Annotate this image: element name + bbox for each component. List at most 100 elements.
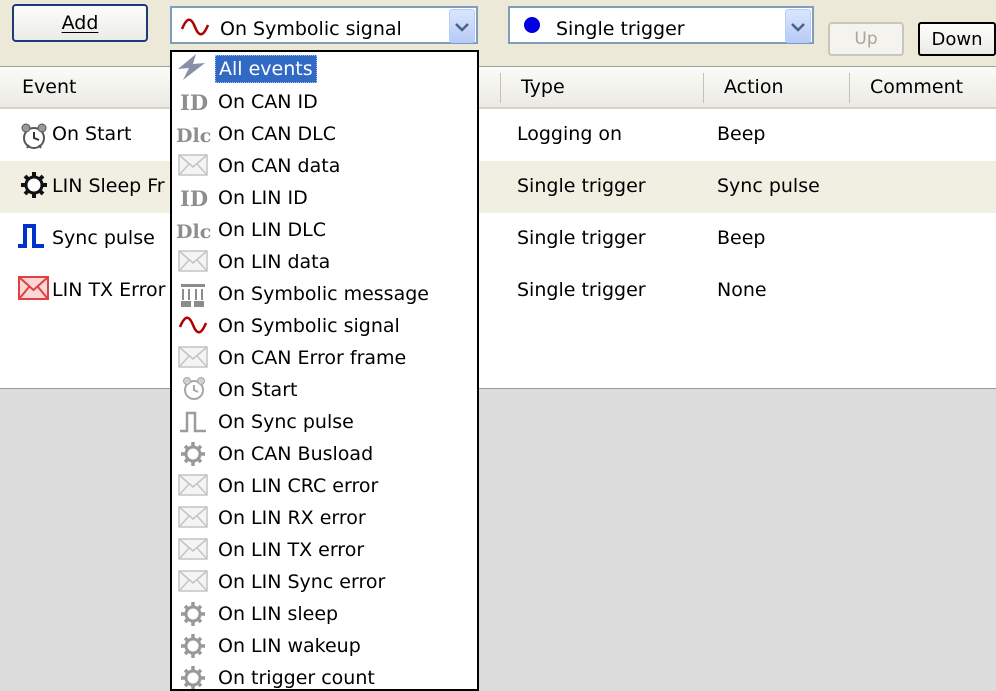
event-filter-dropdown-button[interactable] (449, 9, 475, 43)
svg-text:Dlc: Dlc (176, 221, 211, 243)
dropdown-item-on-lin-sync-error[interactable]: On LIN Sync error (172, 566, 477, 598)
type-cell: Logging on (517, 123, 623, 145)
dropdown-item-label: On LIN TX error (218, 539, 365, 561)
type-cell: Single trigger (517, 279, 646, 301)
dropdown-item-on-lin-tx-error[interactable]: On LIN TX error (172, 534, 477, 566)
envelope-icon (178, 473, 210, 502)
column-divider[interactable] (500, 73, 501, 103)
down-button[interactable]: Down (918, 22, 996, 56)
add-button-label: Add (61, 12, 99, 34)
lightning-icon (174, 53, 208, 86)
action-cell: None (717, 279, 767, 301)
gear-icon (180, 441, 206, 472)
column-divider[interactable] (703, 73, 704, 103)
pulse-icon (16, 223, 46, 254)
action-cell: Beep (717, 227, 766, 249)
event-cell: LIN TX Error (52, 279, 166, 301)
dropdown-item-label: On LIN wakeup (218, 635, 361, 657)
dropdown-item-label: On CAN data (218, 155, 341, 177)
column-header-action[interactable]: Action (724, 67, 784, 107)
down-button-label: Down (931, 28, 983, 50)
dropdown-item-label: On Sync pulse (218, 411, 354, 433)
dlc-icon: Dlc (176, 217, 214, 248)
event-cell: LIN Sleep Fr (52, 175, 165, 197)
chevron-down-icon (791, 15, 805, 37)
dropdown-item-on-can-dlc[interactable]: Dlc On CAN DLC (172, 118, 477, 150)
dropdown-item-on-can-id[interactable]: ID On CAN ID (172, 86, 477, 118)
dropdown-item-label: On LIN RX error (218, 507, 366, 529)
sine-wave-icon (180, 15, 210, 44)
dropdown-item-on-symbolic-message[interactable]: On Symbolic message (172, 278, 477, 310)
pulse-icon (178, 409, 208, 440)
type-filter-value: Single trigger (556, 18, 685, 40)
envelope-icon (178, 537, 210, 566)
add-button[interactable]: Add (12, 4, 148, 42)
id-icon: ID (178, 89, 212, 120)
svg-text:ID: ID (180, 186, 208, 211)
event-cell: Sync pulse (52, 227, 155, 249)
dropdown-item-on-symbolic-signal[interactable]: On Symbolic signal (172, 310, 477, 342)
dropdown-item-on-lin-id[interactable]: ID On LIN ID (172, 182, 477, 214)
gear-icon (20, 171, 48, 204)
type-filter-combo[interactable]: Single trigger (508, 6, 814, 44)
column-header-event[interactable]: Event (22, 67, 76, 107)
dropdown-item-on-lin-data[interactable]: On LIN data (172, 246, 477, 278)
event-filter-value: On Symbolic signal (220, 18, 402, 40)
dropdown-item-label: On trigger count (218, 667, 375, 689)
dlc-icon: Dlc (176, 121, 214, 152)
dropdown-item-on-can-error-frame[interactable]: On CAN Error frame (172, 342, 477, 374)
table-header: Event Type Action Comment (0, 67, 996, 109)
dropdown-item-label: On CAN DLC (218, 123, 337, 145)
dropdown-item-on-lin-rx-error[interactable]: On LIN RX error (172, 502, 477, 534)
column-divider[interactable] (849, 73, 850, 103)
table-row[interactable]: LIN Sleep Fr Single trigger Sync pulse (0, 161, 996, 213)
event-filter-combo[interactable]: On Symbolic signal (170, 6, 478, 44)
toolbar: Add On Symbolic signal Single trigger Up… (0, 0, 996, 66)
dropdown-item-label: On Start (218, 379, 298, 401)
dropdown-item-on-lin-dlc[interactable]: Dlc On LIN DLC (172, 214, 477, 246)
up-button[interactable]: Up (828, 22, 904, 56)
dropdown-item-on-can-data[interactable]: On CAN data (172, 150, 477, 182)
dropdown-item-on-sync-pulse[interactable]: On Sync pulse (172, 406, 477, 438)
event-filter-list[interactable]: All events ID On CAN ID Dlc On CAN DLC O… (170, 50, 479, 691)
event-cell: On Start (52, 123, 132, 145)
dropdown-item-label: On CAN Busload (218, 443, 374, 465)
type-filter-dropdown-button[interactable] (785, 9, 811, 43)
envelope-icon (178, 569, 210, 598)
dropdown-item-label: On Symbolic message (218, 283, 429, 305)
dropdown-item-label: On LIN sleep (218, 603, 339, 625)
id-icon: ID (178, 185, 212, 216)
type-cell: Single trigger (517, 227, 646, 249)
dropdown-item-label: On CAN Error frame (218, 347, 407, 369)
envelope-icon (178, 345, 210, 374)
table-row[interactable]: Sync pulse Single trigger Beep (0, 213, 996, 265)
gear-icon (180, 633, 206, 664)
dropdown-item-label: On LIN data (218, 251, 331, 273)
dropdown-item-all-events[interactable]: All events (172, 52, 477, 84)
dropdown-item-on-lin-wakeup[interactable]: On LIN wakeup (172, 630, 477, 662)
dropdown-item-on-trigger-count[interactable]: On trigger count (172, 662, 477, 689)
column-header-type[interactable]: Type (521, 67, 565, 107)
event-table: Event Type Action Comment On Start Loggi… (0, 66, 996, 389)
envelope-icon (178, 505, 210, 534)
dropdown-item-on-lin-crc-error[interactable]: On LIN CRC error (172, 470, 477, 502)
blue-dot-icon (520, 13, 544, 42)
column-header-comment[interactable]: Comment (870, 67, 963, 107)
dropdown-item-on-can-busload[interactable]: On CAN Busload (172, 438, 477, 470)
dropdown-item-on-start[interactable]: On Start (172, 374, 477, 406)
dropdown-item-on-lin-sleep[interactable]: On LIN sleep (172, 598, 477, 630)
dropdown-item-label: All events (215, 55, 317, 83)
dropdown-item-label: On LIN DLC (218, 219, 326, 241)
action-cell: Sync pulse (717, 175, 820, 197)
table-row[interactable]: LIN TX Error Single trigger None (0, 265, 996, 317)
envelope-icon (178, 153, 210, 182)
svg-text:ID: ID (180, 90, 208, 115)
type-cell: Single trigger (517, 175, 646, 197)
alarm-clock-icon (20, 123, 48, 156)
envelope-icon (178, 249, 210, 278)
gear-icon (180, 601, 206, 632)
table-row[interactable]: On Start Logging on Beep (0, 109, 996, 161)
dropdown-item-label: On LIN CRC error (218, 475, 379, 497)
svg-text:Dlc: Dlc (176, 125, 211, 147)
chevron-down-icon (455, 15, 469, 37)
